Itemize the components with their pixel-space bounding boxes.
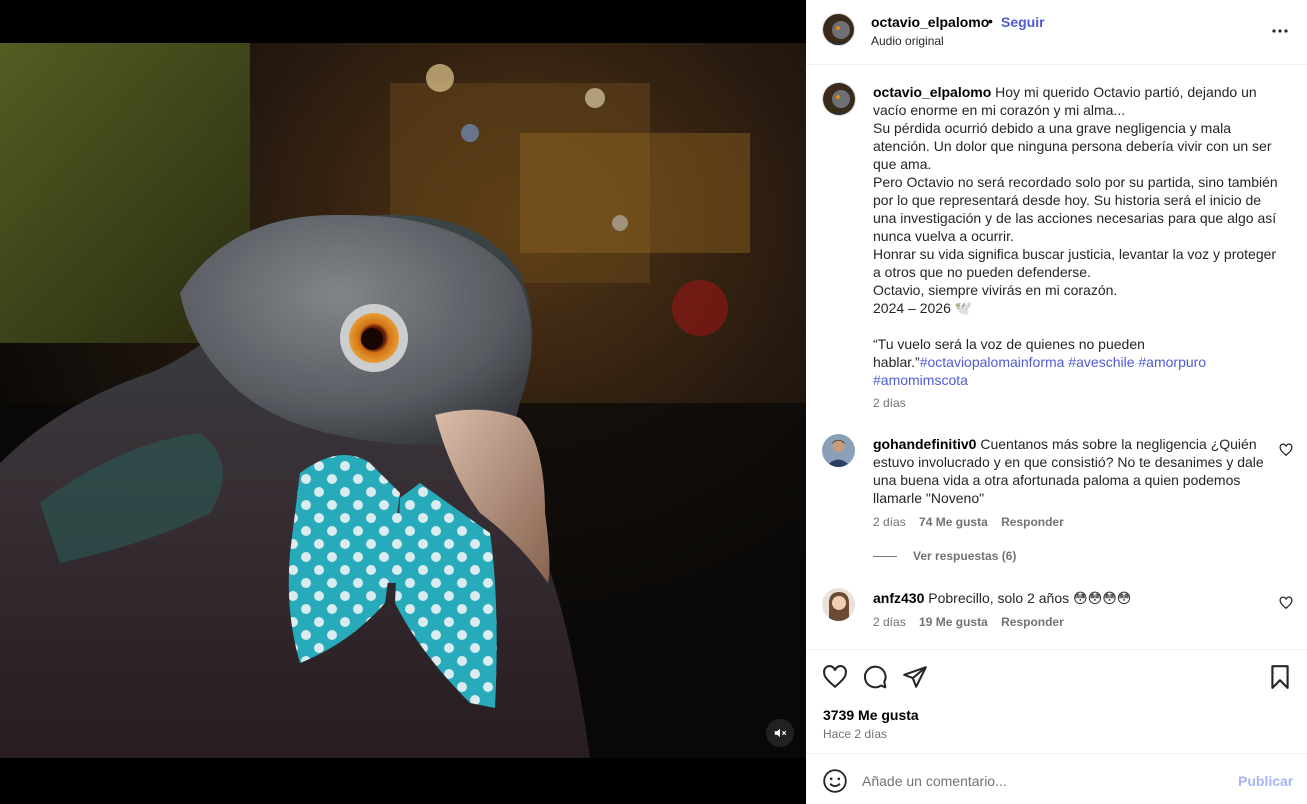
post-panel: octavio_elpalomo • Seguir Audio original…: [806, 0, 1307, 804]
comment-likes[interactable]: 74 Me gusta: [919, 515, 988, 529]
caption-avatar[interactable]: [822, 82, 856, 116]
comment-body: gohandefinitiv0 Cuentanos más sobre la n…: [873, 435, 1268, 507]
bookmark-icon: [1271, 665, 1289, 689]
emoji-button[interactable]: [822, 768, 848, 794]
caption-timestamp[interactable]: 2 días: [873, 396, 906, 410]
share-icon: [903, 666, 927, 688]
caption-body: Hoy mi querido Octavio partió, dejando u…: [873, 84, 1278, 370]
post-caption: octavio_elpalomo Hoy mi querido Octavio …: [873, 83, 1278, 389]
mute-button[interactable]: [766, 719, 794, 747]
separator-dot: •: [988, 13, 993, 29]
more-icon: [1272, 29, 1288, 33]
post-username[interactable]: octavio_elpalomo: [871, 14, 989, 30]
add-comment-bar: Publicar: [806, 753, 1307, 804]
hashtag[interactable]: #octaviopalomainforma: [920, 354, 1065, 370]
commenter-avatar[interactable]: [822, 588, 855, 621]
view-replies-button[interactable]: Ver respuestas (6): [873, 549, 1016, 563]
audio-link[interactable]: Audio original: [871, 34, 944, 48]
reply-button[interactable]: Responder: [1001, 615, 1064, 629]
comment-body: anfz430 Pobrecillo, solo 2 años 😳😳😳😳: [873, 589, 1268, 607]
post-header: octavio_elpalomo • Seguir Audio original: [806, 0, 1307, 65]
hashtag[interactable]: #amomimscota: [873, 372, 968, 388]
comment-text: Pobrecillo, solo 2 años 😳😳😳😳: [928, 590, 1132, 606]
comments-list[interactable]: octavio_elpalomo Hoy mi querido Octavio …: [806, 66, 1307, 650]
comment-like-button[interactable]: [1279, 596, 1293, 610]
comment-like-button[interactable]: [1279, 443, 1293, 457]
share-button[interactable]: [902, 664, 928, 690]
comment-likes[interactable]: 19 Me gusta: [919, 615, 988, 629]
comment-time[interactable]: 2 días: [873, 515, 906, 529]
like-button[interactable]: [822, 664, 848, 690]
comment-username[interactable]: gohandefinitiv0: [873, 436, 976, 452]
reply-button[interactable]: Responder: [1001, 515, 1064, 529]
heart-icon: [823, 665, 847, 689]
likes-count[interactable]: 3739 Me gusta: [823, 707, 919, 723]
volume-off-icon: [774, 728, 787, 738]
comment-meta: 2 días 74 Me gusta Responder: [873, 515, 1074, 529]
post-actions: 3739 Me gusta Hace 2 días: [806, 649, 1307, 753]
more-options-button[interactable]: [1268, 19, 1292, 43]
hashtag[interactable]: #aveschile: [1068, 354, 1134, 370]
commenter-avatar[interactable]: [822, 434, 855, 467]
comment-input[interactable]: [862, 767, 1222, 795]
caption-username[interactable]: octavio_elpalomo: [873, 84, 991, 100]
heart-icon: [1279, 596, 1293, 610]
comment-username[interactable]: anfz430: [873, 590, 924, 606]
avatar[interactable]: [822, 13, 855, 46]
comment-button[interactable]: [862, 664, 888, 690]
heart-icon: [1279, 443, 1293, 457]
save-button[interactable]: [1267, 664, 1293, 690]
emoji-icon: [823, 769, 847, 793]
comment-meta: 2 días 19 Me gusta Responder: [873, 615, 1074, 629]
pigeon-photo[interactable]: [0, 43, 806, 758]
publish-button[interactable]: Publicar: [1238, 773, 1293, 789]
divider-line: [873, 555, 897, 557]
post-media: [0, 0, 806, 804]
follow-button[interactable]: Seguir: [1001, 14, 1045, 30]
comment-time[interactable]: 2 días: [873, 615, 906, 629]
view-replies-label: Ver respuestas (6): [913, 549, 1017, 563]
comment-icon: [863, 665, 887, 689]
post-timestamp[interactable]: Hace 2 días: [823, 727, 887, 741]
hashtag[interactable]: #amorpuro: [1138, 354, 1206, 370]
